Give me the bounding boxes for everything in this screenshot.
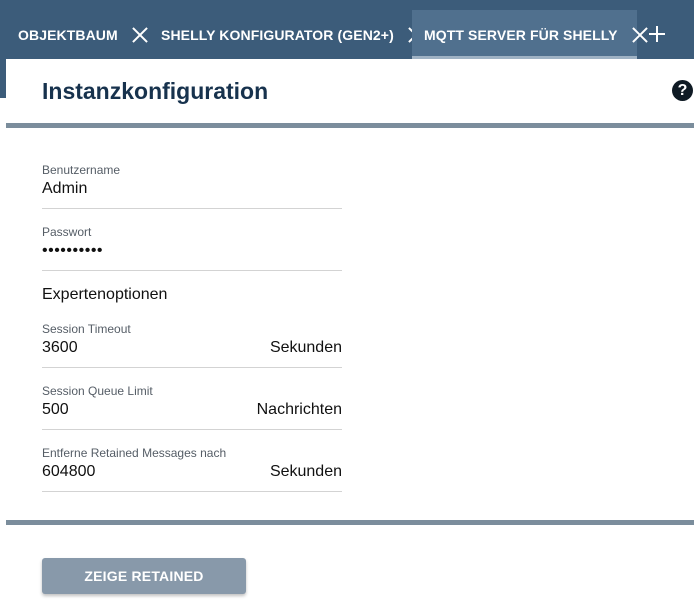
session-queue-limit-field[interactable]: Session Queue Limit 500 Nachrichten [42,384,342,430]
help-icon[interactable]: ? [672,80,693,101]
password-field[interactable]: Passwort •••••••••• [42,225,342,271]
retained-messages-field[interactable]: Entferne Retained Messages nach 604800 S… [42,446,342,492]
show-retained-messages-button[interactable]: ZEIGE RETAINED MESSAGES [42,558,246,605]
username-field[interactable]: Benutzername Admin [42,163,342,209]
session-timeout-field[interactable]: Session Timeout 3600 Sekunden [42,322,342,368]
divider [6,520,694,525]
session-queue-limit-input[interactable]: 500 [42,401,69,419]
tab-label: SHELLY KONFIGURATOR (GEN2+) [161,26,394,43]
unit-label: Sekunden [269,463,342,480]
tab-mqtt-server[interactable]: MQTT SERVER FÜR SHELLY [412,10,637,59]
field-label: Session Queue Limit [42,384,153,398]
retained-messages-input[interactable]: 604800 [42,463,95,481]
page-title: Instanzkonfiguration [42,78,269,104]
unit-label: Sekunden [269,339,342,356]
tab-label: MQTT SERVER FÜR SHELLY [424,26,618,43]
tab-shelly-konfigurator[interactable]: SHELLY KONFIGURATOR (GEN2+) [161,10,425,59]
close-icon[interactable] [631,26,637,44]
close-icon[interactable] [131,26,149,44]
tab-objektbaum[interactable]: OBJEKTBAUM [18,10,149,59]
field-label: Benutzername [42,163,121,177]
session-timeout-input[interactable]: 3600 [42,339,78,357]
field-label: Entferne Retained Messages nach [42,446,227,460]
field-label: Session Timeout [42,322,131,336]
field-label: Passwort [42,225,92,239]
plus-icon[interactable] [647,25,667,45]
password-input[interactable]: •••••••••• [42,242,103,260]
config-panel: Instanzkonfiguration ? Benutzername Admi… [6,59,694,605]
username-input[interactable]: Admin [42,180,87,198]
tab-label: OBJEKTBAUM [18,26,118,43]
unit-label: Nachrichten [256,401,342,418]
divider [6,123,694,128]
tab-bar: OBJEKTBAUM SHELLY KONFIGURATOR (GEN2+) M… [0,0,694,59]
expert-options-heading: Expertenoptionen [42,286,168,303]
